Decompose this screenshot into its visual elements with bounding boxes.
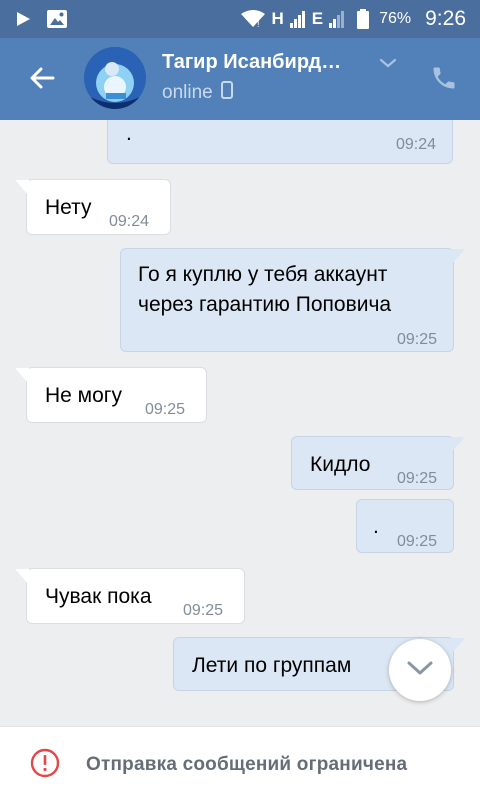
chat-screen: ! H E 76% 9:26 Тагир Исанбирд… online . …	[0, 0, 480, 800]
message-text: Не могу	[45, 384, 122, 407]
message-text: Нету	[45, 196, 92, 219]
back-button[interactable]	[22, 60, 62, 100]
play-icon	[14, 10, 32, 28]
message-text: Кидло	[310, 453, 371, 476]
status-text: online	[162, 82, 213, 103]
message-time: 09:25	[183, 602, 224, 619]
battery-percent: 76%	[379, 10, 412, 27]
network-type-label-2: E	[311, 9, 324, 28]
message-bubble-incoming[interactable]: Чувак пока 09:25	[15, 568, 245, 624]
message-time: 09:24	[395, 136, 436, 153]
scroll-down-button[interactable]	[389, 639, 451, 701]
message-bubble-incoming[interactable]: Не могу 09:25	[15, 367, 207, 423]
status-bar: ! H E 76% 9:26	[0, 0, 480, 38]
message-bubble-outgoing[interactable]: Го я куплю у тебя аккаунт через гарантию…	[120, 248, 465, 352]
messaging-restricted-bar: Отправка сообщений ограничена	[0, 726, 480, 800]
chevron-down-icon	[406, 659, 434, 682]
avatar[interactable]	[84, 47, 146, 109]
wifi-icon: !	[241, 10, 266, 28]
chevron-down-icon[interactable]	[378, 56, 398, 70]
message-text: Го я куплю у тебя аккаунт через гарантию…	[138, 263, 392, 316]
back-arrow-icon	[29, 66, 55, 95]
message-time: 09:25	[145, 401, 186, 418]
message-list[interactable]: . 09:24 Нету 09:24 Го я куплю у тебя акк…	[0, 120, 480, 726]
message-bubble-outgoing[interactable]: . 09:25	[356, 499, 454, 553]
message-bubble-incoming[interactable]: Нету 09:24	[15, 179, 171, 235]
chat-header: Тагир Исанбирд… online	[0, 38, 480, 120]
contact-status: online	[162, 81, 233, 105]
message-time: 09:25	[396, 331, 437, 348]
message-text: Чувак пока	[45, 585, 152, 608]
message-text: Лети по группам	[192, 654, 352, 677]
network-type-label: H	[271, 9, 284, 28]
battery-icon	[357, 9, 370, 29]
restriction-text: Отправка сообщений ограничена	[86, 754, 408, 775]
message-text: .	[126, 122, 132, 145]
phone-icon	[430, 64, 458, 97]
svg-text:!: !	[257, 19, 260, 28]
call-button[interactable]	[424, 60, 464, 100]
signal-icon-2	[329, 10, 345, 28]
contact-name[interactable]: Тагир Исанбирд…	[162, 51, 362, 74]
message-time: 09:24	[109, 213, 150, 230]
message-bubble-outgoing[interactable]: . 09:24	[107, 120, 453, 164]
phone-mobile-icon	[220, 81, 233, 105]
alert-circle-icon	[30, 748, 60, 778]
message-time: 09:25	[396, 533, 437, 550]
image-icon	[46, 9, 68, 29]
signal-icon	[289, 10, 306, 28]
message-time: 09:25	[396, 470, 437, 487]
clock: 9:26	[425, 7, 466, 30]
message-text: .	[373, 515, 379, 538]
message-bubble-outgoing[interactable]: Кидло 09:25	[291, 436, 465, 490]
